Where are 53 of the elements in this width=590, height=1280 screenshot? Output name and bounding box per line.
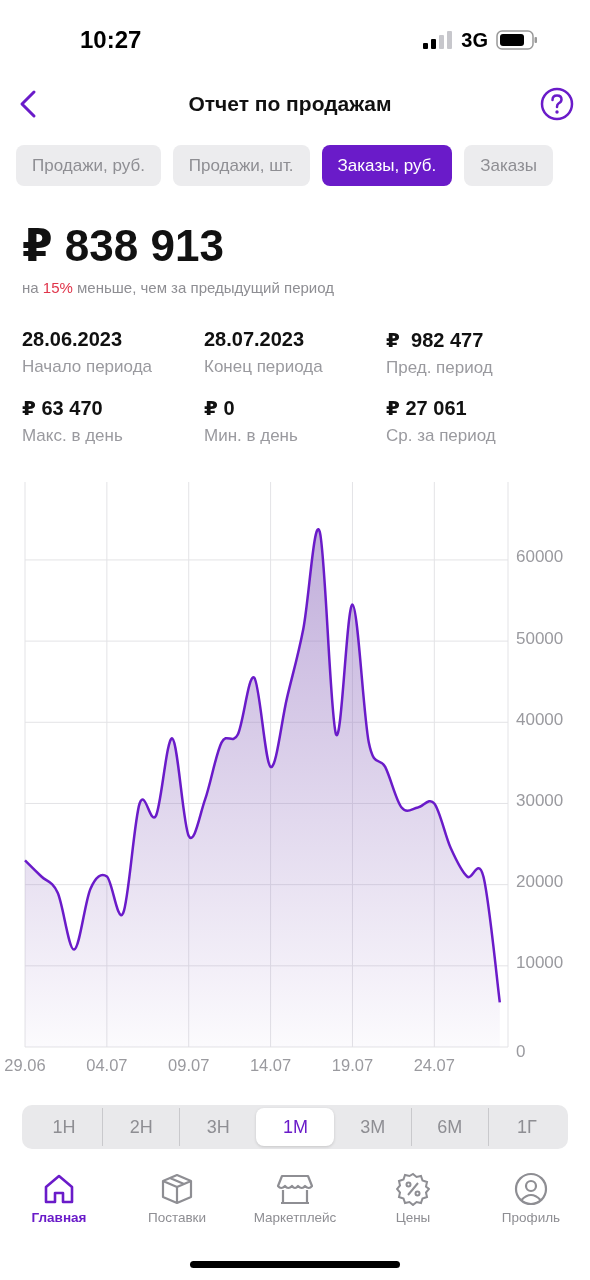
report-tab[interactable]: Продажи, руб. [16, 145, 161, 186]
stat-label: Мин. в день [204, 426, 299, 446]
help-button[interactable] [540, 87, 574, 121]
box-icon [160, 1172, 194, 1206]
period-option[interactable]: 1Г [487, 1108, 565, 1146]
axis-label: 29.06 [4, 1056, 46, 1074]
signal-icon [423, 31, 454, 49]
network-label: 3G [461, 28, 488, 52]
axis-label: 20000 [516, 872, 564, 892]
stat-label: Макс. в день [22, 426, 124, 446]
nav-tab[interactable]: Главная [4, 1171, 114, 1226]
page-title: Отчет по продажам [188, 92, 392, 116]
period-option[interactable]: 2Н [102, 1108, 180, 1146]
profile-icon [514, 1172, 548, 1206]
report-tab[interactable]: Заказы [464, 145, 554, 186]
period-option[interactable]: 1М [256, 1108, 334, 1146]
axis-label: 10000 [516, 953, 564, 973]
axis-label: 04.07 [86, 1056, 128, 1074]
stat-value: ₽ 63 470 [22, 396, 104, 420]
period-option[interactable]: 6М [410, 1108, 488, 1146]
stat-label: Начало периода [22, 357, 154, 377]
axis-label: 14.07 [249, 1056, 292, 1074]
battery-icon [496, 30, 538, 50]
axis-label: 30000 [516, 790, 564, 810]
nav-tab[interactable]: Поставки [122, 1171, 232, 1226]
nav-tab[interactable]: Профиль [476, 1171, 586, 1226]
store-icon [276, 1172, 314, 1206]
comparison-text: на 15% меньше, чем за предыдущий период [21, 278, 335, 296]
nav-tab[interactable]: Маркетплейс [240, 1171, 350, 1226]
axis-label: 19.07 [331, 1056, 374, 1074]
home-icon [42, 1172, 76, 1206]
discount-icon [396, 1172, 430, 1206]
report-tab[interactable]: Продажи, шт. [172, 145, 310, 186]
stat-value: ₽ 982 477 [386, 328, 485, 352]
axis-label: 50000 [516, 628, 564, 648]
stat-label: Пред. период [386, 358, 494, 378]
status-time: 10:27 [80, 26, 142, 54]
axis-label: 60000 [516, 547, 564, 567]
report-tab[interactable]: Заказы, руб. [321, 145, 453, 186]
stat-label: Ср. за период [386, 426, 497, 446]
stat-value: ₽ 0 [204, 396, 236, 420]
period-option[interactable]: 3М [333, 1108, 411, 1146]
total-amount: ₽ 838 913 [21, 220, 225, 271]
stat-label: Конец периода [204, 357, 324, 377]
stat-value: ₽ 27 061 [386, 396, 468, 420]
axis-label: 24.07 [413, 1056, 455, 1074]
axis-label: 40000 [516, 709, 564, 729]
axis-label: 09.07 [168, 1056, 210, 1074]
period-option[interactable]: 1Н [25, 1108, 103, 1146]
nav-tab[interactable]: Цены [358, 1171, 468, 1226]
stat-value: 28.06.2023 [22, 328, 124, 351]
stat-value: 28.07.2023 [204, 328, 306, 351]
axis-label: 0 [516, 1042, 526, 1062]
